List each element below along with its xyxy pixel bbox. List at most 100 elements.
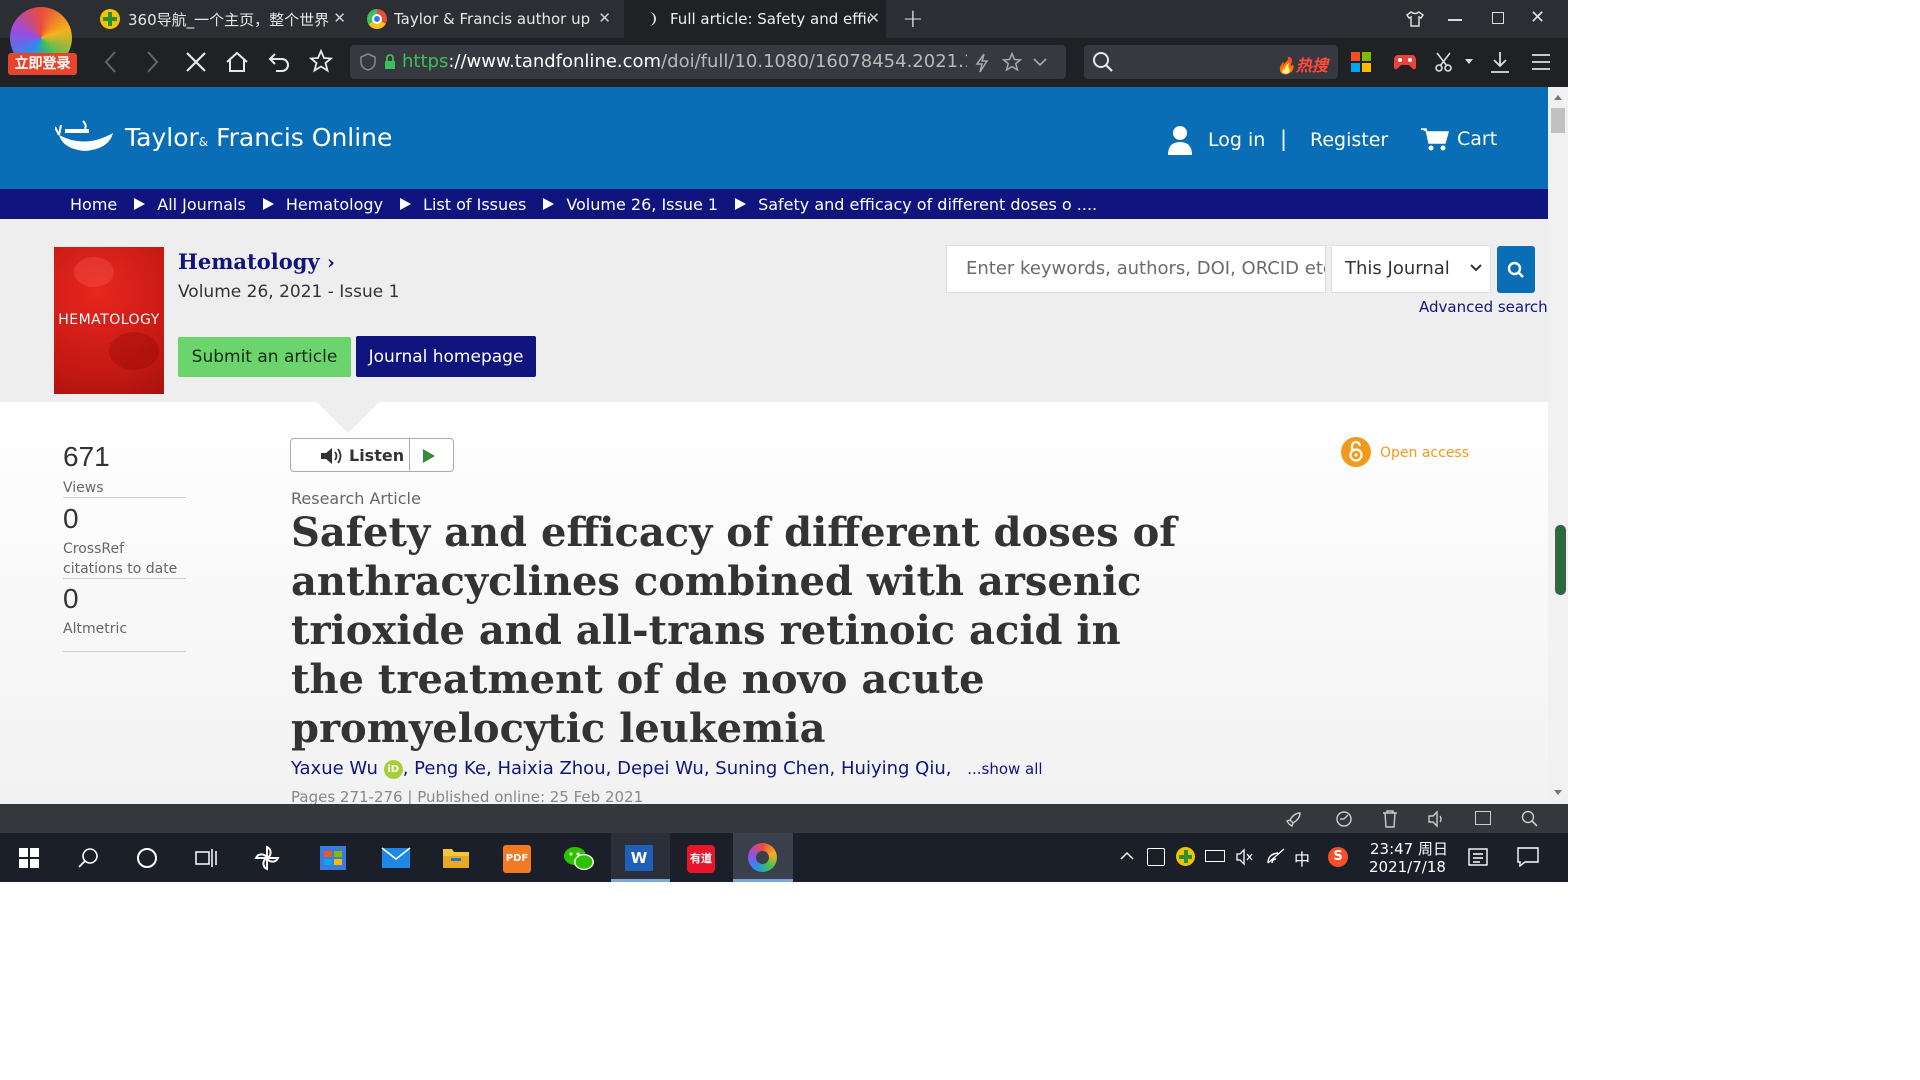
zoom-search-icon[interactable] — [1521, 810, 1539, 828]
mail-icon[interactable] — [381, 847, 411, 869]
journal-cover[interactable]: HEMATOLOGY — [54, 247, 164, 394]
stop-loading-icon[interactable] — [185, 51, 207, 73]
listen-widget[interactable]: Listen — [290, 438, 454, 472]
show-all-authors-link[interactable]: ...show all — [967, 760, 1042, 778]
user-icon[interactable] — [1167, 125, 1193, 155]
favorite-star-icon[interactable] — [1002, 52, 1022, 72]
store-icon[interactable] — [320, 846, 346, 870]
volume-icon[interactable] — [1428, 810, 1446, 828]
new-tab-icon[interactable]: + — [902, 4, 924, 34]
cart-icon[interactable] — [1421, 127, 1449, 153]
scroll-down-icon[interactable] — [1554, 790, 1562, 795]
notification-icon[interactable] — [1517, 847, 1539, 867]
pinwheel-app-icon[interactable] — [254, 845, 280, 871]
sogou-icon[interactable]: S — [1328, 847, 1348, 867]
wechat-icon[interactable] — [563, 845, 595, 873]
login-link[interactable]: Log in — [1208, 129, 1265, 151]
search-scope-select[interactable]: This Journal — [1331, 245, 1491, 293]
gamepad-icon[interactable] — [1393, 52, 1417, 72]
wifi-icon[interactable] — [1266, 847, 1286, 865]
tray-chevron-up-icon[interactable] — [1120, 851, 1134, 861]
restore-icon[interactable] — [1492, 12, 1504, 24]
window-icon[interactable] — [1475, 811, 1491, 825]
clock-time[interactable]: 23:47 周日 — [1370, 838, 1448, 859]
search-hot-label[interactable]: 🔥热搜 — [1276, 52, 1328, 76]
tab-full-article[interactable]: Full article: Safety and effica ✕ — [624, 0, 886, 38]
author-link[interactable]: Suning Chen — [715, 758, 829, 779]
journal-homepage-button[interactable]: Journal homepage — [356, 336, 536, 377]
undo-icon[interactable] — [267, 50, 291, 74]
ime-indicator[interactable]: 中 — [1294, 846, 1310, 870]
breadcrumb-volume-issue[interactable]: Volume 26, Issue 1 — [566, 195, 718, 214]
breadcrumb-all-journals[interactable]: All Journals — [157, 195, 246, 214]
file-explorer-icon[interactable] — [442, 846, 470, 870]
shirt-skin-icon[interactable] — [1406, 10, 1424, 28]
clock-date[interactable]: 2021/7/18 — [1369, 858, 1446, 876]
download-icon[interactable] — [1489, 50, 1511, 74]
task-view-icon[interactable] — [195, 848, 217, 868]
tray-app-icon[interactable] — [1147, 848, 1165, 866]
scrollbar-thumb[interactable] — [1551, 108, 1565, 133]
chevron-down-icon[interactable] — [1033, 57, 1047, 67]
journal-name-link[interactable]: Hematology › — [178, 249, 335, 274]
tf-logo-icon[interactable] — [55, 119, 117, 155]
journal-volume[interactable]: Volume 26, 2021 - Issue 1 — [178, 282, 399, 302]
register-link[interactable]: Register — [1310, 129, 1388, 151]
author-link[interactable]: Yaxue Wu — [291, 758, 378, 779]
trash-icon[interactable] — [1382, 810, 1398, 828]
close-window-icon[interactable]: ✕ — [1530, 7, 1545, 28]
close-icon[interactable]: ✕ — [333, 9, 346, 27]
tab-author-update[interactable]: Taylor & Francis author up ✕ — [361, 0, 617, 38]
submit-article-button[interactable]: Submit an article — [178, 337, 351, 377]
browser-taskbar-icon[interactable] — [733, 833, 793, 882]
url-text[interactable]: https://www.tandfonline.com/doi/full/10.… — [402, 51, 967, 72]
forward-icon[interactable] — [146, 50, 160, 74]
youdao-app-icon[interactable]: 有道 — [687, 845, 715, 873]
word-app-icon[interactable]: W — [611, 833, 670, 882]
author-link[interactable]: Depei Wu — [617, 758, 704, 779]
page-scrollbar[interactable] — [1548, 87, 1568, 804]
rocket-icon[interactable] — [1285, 810, 1303, 828]
cortana-icon[interactable] — [137, 848, 157, 868]
play-icon[interactable] — [423, 449, 435, 463]
altmetric-count[interactable]: 0 — [63, 583, 79, 615]
tray-360-icon[interactable] — [1176, 847, 1195, 866]
cart-link[interactable]: Cart — [1457, 128, 1497, 150]
advanced-search-link[interactable]: Advanced search — [1419, 298, 1548, 316]
breadcrumb-hematology[interactable]: Hematology — [286, 195, 383, 214]
menu-icon[interactable] — [1531, 53, 1551, 71]
caret-down-icon[interactable] — [1465, 59, 1473, 64]
windows-start-icon[interactable] — [19, 848, 39, 868]
side-handle[interactable] — [1555, 525, 1566, 595]
scissors-icon[interactable] — [1434, 51, 1456, 73]
site-search-input[interactable]: Enter keywords, authors, DOI, ORCID etc — [946, 245, 1326, 293]
pdf-app-icon[interactable]: PDF — [503, 845, 531, 873]
home-icon[interactable] — [225, 50, 249, 74]
login-badge[interactable]: 立即登录 — [8, 53, 77, 75]
orcid-icon[interactable]: iD — [383, 760, 403, 779]
search-icon[interactable] — [78, 847, 100, 869]
tab-360-nav[interactable]: 360导航_一个主页，整个世界 ✕ — [96, 0, 352, 38]
breadcrumb-home[interactable]: Home — [70, 195, 117, 214]
bookmark-star-icon[interactable] — [309, 49, 333, 73]
author-link[interactable]: Huiying Qiu — [841, 758, 946, 779]
shield-icon[interactable] — [360, 53, 376, 71]
minimize-icon[interactable] — [1448, 19, 1462, 21]
site-brand[interactable]: Taylor& Francis Online — [125, 123, 392, 152]
breadcrumb-list-of-issues[interactable]: List of Issues — [423, 195, 526, 214]
battery-icon[interactable] — [1205, 850, 1225, 862]
back-icon[interactable] — [103, 50, 117, 74]
notes-icon[interactable] — [1468, 847, 1488, 867]
tab-label: Taylor & Francis author up — [394, 10, 591, 28]
scroll-up-icon[interactable] — [1554, 95, 1562, 100]
search-button[interactable] — [1497, 246, 1535, 293]
close-icon[interactable]: ✕ — [867, 9, 880, 27]
close-icon[interactable]: ✕ — [598, 9, 611, 27]
speed-icon[interactable] — [1335, 810, 1353, 828]
author-link[interactable]: Peng Ke — [414, 758, 486, 779]
mute-icon[interactable] — [1236, 848, 1254, 866]
search-icon[interactable] — [1092, 51, 1114, 73]
author-link[interactable]: Haixia Zhou — [497, 758, 605, 779]
apps-grid-icon[interactable] — [1351, 52, 1371, 72]
lightning-icon[interactable] — [974, 53, 990, 73]
